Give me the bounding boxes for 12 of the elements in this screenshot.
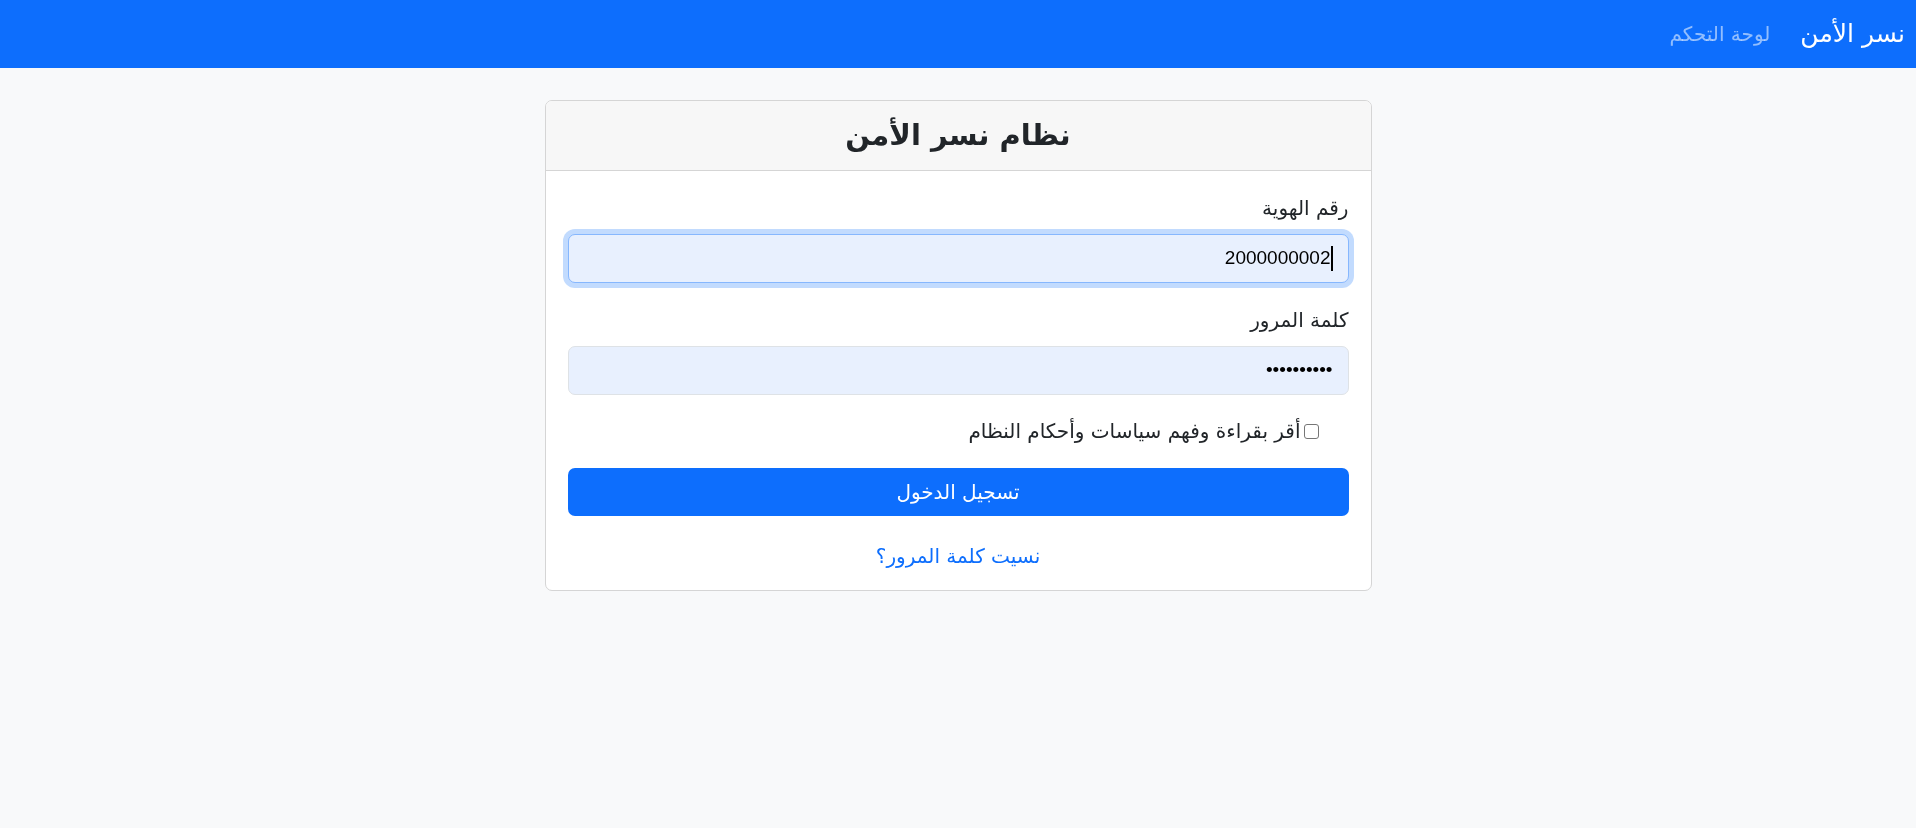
nav-link[interactable]: لوحة التحكم: [1669, 19, 1771, 49]
text-cursor-icon: [1330, 246, 1333, 271]
login-button[interactable]: تسجيل الدخول: [567, 468, 1349, 516]
input-field[interactable]: ••••••••••: [567, 346, 1349, 395]
card-title: نظام نسر الأمن: [845, 116, 1071, 155]
input-field[interactable]: 2000000002: [567, 234, 1349, 283]
field-label: رقم الهوية: [1261, 195, 1349, 222]
forgot-password-link[interactable]: نسيت كلمة المرور؟: [875, 541, 1041, 571]
brand-link[interactable]: نسر الأمن: [1800, 15, 1905, 53]
agree-checkbox[interactable]: [1303, 423, 1319, 439]
field-label: كلمة المرور: [1248, 307, 1349, 334]
agreement-label: أقر بقراءة وفهم سياسات وأحكام النظام: [968, 417, 1301, 445]
